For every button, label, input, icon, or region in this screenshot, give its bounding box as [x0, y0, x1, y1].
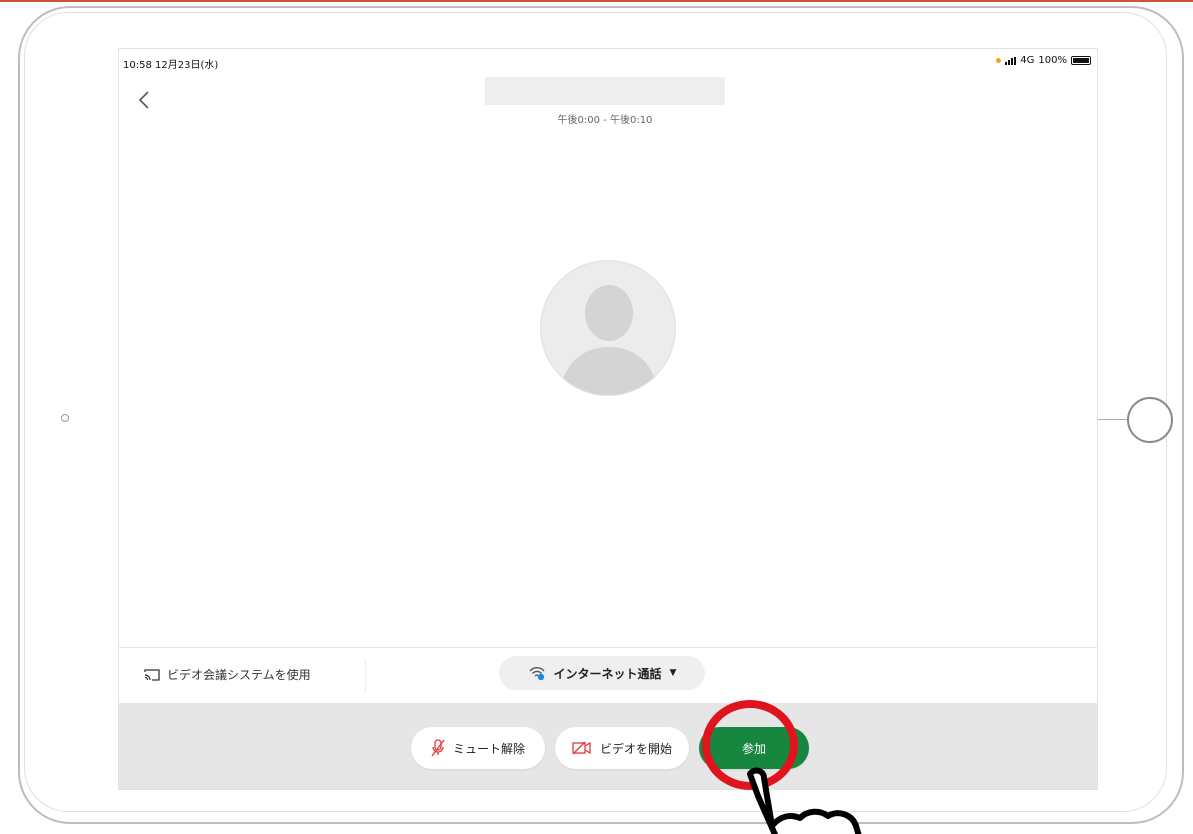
battery-icon [1071, 56, 1091, 65]
avatar [540, 260, 676, 396]
unmute-label: ミュート解除 [452, 741, 525, 756]
audio-connection-dropdown[interactable]: インターネット通話 ▼ [499, 656, 705, 690]
cast-icon [144, 668, 160, 681]
video-system-button[interactable]: ビデオ会議システムを使用 [143, 666, 311, 683]
meeting-time-range: 午後0:00 - 午後0:10 [557, 115, 653, 126]
status-indicators: 4G 100% [996, 55, 1091, 66]
status-time: 10:58 12月23日(水) [123, 60, 219, 71]
person-silhouette-icon [559, 285, 659, 395]
status-bar: 10:58 12月23日(水) 4G 100% [119, 49, 1097, 71]
audio-connection-label: インターネット通話 [553, 666, 662, 681]
caret-down-icon: ▼ [669, 668, 677, 678]
signal-icon [1005, 56, 1017, 65]
join-options-row: ビデオ会議システムを使用 インターネット通話 ▼ [119, 647, 1097, 703]
pointing-hand-icon [747, 767, 862, 834]
chevron-left-icon [138, 91, 149, 109]
video-system-label: ビデオ会議システムを使用 [167, 668, 311, 682]
wifi-call-icon [528, 667, 545, 681]
row-divider [365, 660, 366, 692]
home-button[interactable] [1127, 397, 1173, 443]
start-video-label: ビデオを開始 [599, 741, 672, 756]
controls-bar: ミュート解除 ビデオを開始 参加 [119, 703, 1097, 789]
recording-dot-icon [996, 58, 1002, 63]
unmute-button[interactable]: ミュート解除 [411, 727, 545, 769]
microphone-muted-icon [431, 739, 445, 757]
meeting-title [485, 77, 725, 105]
back-button[interactable] [137, 89, 157, 113]
battery-percent: 100% [1038, 55, 1067, 66]
network-type: 4G [1020, 55, 1035, 66]
top-rule [0, 0, 1193, 2]
video-off-icon [572, 741, 591, 755]
app-screen: 10:58 12月23日(水) 4G 100% 午後0:00 - 午後0:10 [118, 48, 1098, 790]
home-button-leader-line [1098, 419, 1128, 420]
start-video-button[interactable]: ビデオを開始 [555, 727, 689, 769]
front-camera [61, 414, 69, 422]
